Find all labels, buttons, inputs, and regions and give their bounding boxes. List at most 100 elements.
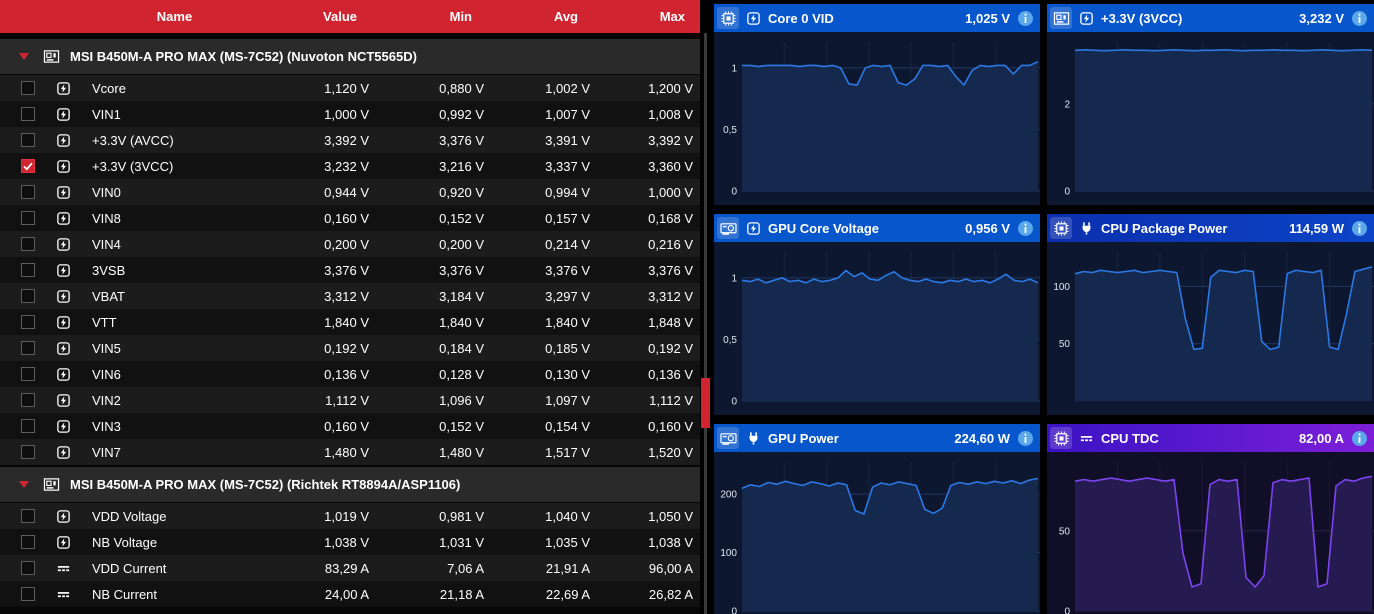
- voltage-icon: [1079, 11, 1094, 26]
- sensor-group-header[interactable]: MSI B450M-A PRO MAX (MS-7C52) (Richtek R…: [0, 467, 700, 503]
- row-checkbox[interactable]: [21, 159, 35, 173]
- graph-current-value: 0,956 V: [965, 221, 1010, 236]
- sensor-row[interactable]: 3VSB3,376 V3,376 V3,376 V3,376 V: [0, 257, 700, 283]
- sensor-row[interactable]: VTT1,840 V1,840 V1,840 V1,848 V: [0, 309, 700, 335]
- sensor-value: 0,136 V: [257, 367, 369, 382]
- sensor-row[interactable]: VIN40,200 V0,200 V0,214 V0,216 V: [0, 231, 700, 257]
- graph-header[interactable]: CPU TDC82,00 A: [1047, 424, 1374, 452]
- scrollbar-thumb[interactable]: [701, 378, 710, 428]
- info-icon[interactable]: [1351, 10, 1368, 27]
- graph-header[interactable]: CPU Package Power114,59 W: [1047, 214, 1374, 242]
- sensor-max: 1,008 V: [590, 107, 700, 122]
- svg-text:50: 50: [1059, 526, 1071, 537]
- column-header-min[interactable]: Min: [369, 9, 484, 24]
- graph-title: Core 0 VID: [768, 11, 834, 26]
- sensor-row[interactable]: NB Voltage1,038 V1,031 V1,035 V1,038 V: [0, 529, 700, 555]
- sensor-row[interactable]: NB Current24,00 A21,18 A22,69 A26,82 A: [0, 581, 700, 607]
- sensor-row[interactable]: VIN71,480 V1,480 V1,517 V1,520 V: [0, 439, 700, 465]
- row-checkbox[interactable]: [21, 211, 35, 225]
- scrollbar-track[interactable]: [704, 33, 707, 614]
- sensor-name: NB Voltage: [92, 535, 257, 550]
- info-icon[interactable]: [1017, 10, 1034, 27]
- row-checkbox[interactable]: [21, 393, 35, 407]
- sensor-row[interactable]: +3.3V (3VCC)3,232 V3,216 V3,337 V3,360 V: [0, 153, 700, 179]
- graph-current-value: 3,232 V: [1299, 11, 1344, 26]
- info-icon[interactable]: [1351, 220, 1368, 237]
- collapse-arrow-icon[interactable]: [19, 481, 29, 488]
- sensor-group-header[interactable]: MSI B450M-A PRO MAX (MS-7C52) (Nuvoton N…: [0, 39, 700, 75]
- sensor-row[interactable]: VIN30,160 V0,152 V0,154 V0,160 V: [0, 413, 700, 439]
- sensor-max: 3,312 V: [590, 289, 700, 304]
- sensor-name: VIN4: [92, 237, 257, 252]
- row-checkbox[interactable]: [21, 367, 35, 381]
- sensor-row[interactable]: VIN80,160 V0,152 V0,157 V0,168 V: [0, 205, 700, 231]
- sensor-min: 7,06 A: [369, 561, 484, 576]
- graph-header[interactable]: Core 0 VID 1,025 V: [714, 4, 1040, 32]
- column-header-max[interactable]: Max: [590, 9, 700, 24]
- sensor-row[interactable]: VIN00,944 V0,920 V0,994 V1,000 V: [0, 179, 700, 205]
- row-checkbox[interactable]: [21, 263, 35, 277]
- sensor-min: 1,840 V: [369, 315, 484, 330]
- row-checkbox[interactable]: [21, 237, 35, 251]
- vertical-scrollbar[interactable]: [700, 0, 711, 614]
- graph-panel-3-3v-3vcc: +3.3V (3VCC)3,232 V20: [1047, 4, 1374, 205]
- collapse-arrow-icon[interactable]: [19, 53, 29, 60]
- sensor-avg: 1,097 V: [484, 393, 590, 408]
- row-checkbox[interactable]: [21, 315, 35, 329]
- row-checkbox[interactable]: [21, 341, 35, 355]
- info-icon[interactable]: [1017, 430, 1034, 447]
- sensor-name: VBAT: [92, 289, 257, 304]
- row-checkbox[interactable]: [21, 419, 35, 433]
- voltage-icon: [56, 535, 92, 550]
- row-checkbox[interactable]: [21, 445, 35, 459]
- row-checkbox[interactable]: [21, 509, 35, 523]
- graph-chart: 500: [1047, 452, 1374, 614]
- column-header-name[interactable]: Name: [92, 9, 257, 24]
- sensor-max: 1,000 V: [590, 185, 700, 200]
- row-checkbox[interactable]: [21, 587, 35, 601]
- sensor-row[interactable]: VIN50,192 V0,184 V0,185 V0,192 V: [0, 335, 700, 361]
- info-icon[interactable]: [1351, 430, 1368, 447]
- graph-header[interactable]: +3.3V (3VCC)3,232 V: [1047, 4, 1374, 32]
- column-header-value[interactable]: Value: [257, 9, 369, 24]
- sensor-avg: 3,297 V: [484, 289, 590, 304]
- voltage-icon: [56, 367, 92, 382]
- voltage-icon: [56, 393, 92, 408]
- sensor-value: 3,232 V: [257, 159, 369, 174]
- voltage-icon: [56, 445, 92, 460]
- sensor-row[interactable]: VDD Current83,29 A7,06 A21,91 A96,00 A: [0, 555, 700, 581]
- sensor-row[interactable]: VIN21,112 V1,096 V1,097 V1,112 V: [0, 387, 700, 413]
- row-checkbox[interactable]: [21, 81, 35, 95]
- row-checkbox[interactable]: [21, 107, 35, 121]
- sensor-row[interactable]: VIN11,000 V0,992 V1,007 V1,008 V: [0, 101, 700, 127]
- cpu-icon: [1050, 427, 1072, 449]
- sensor-name: VTT: [92, 315, 257, 330]
- info-icon[interactable]: [1017, 220, 1034, 237]
- sensor-max: 3,360 V: [590, 159, 700, 174]
- row-checkbox[interactable]: [21, 133, 35, 147]
- graph-panel-gpu-core-voltage: GPU Core Voltage0,956 V10,50: [714, 214, 1040, 415]
- row-checkbox[interactable]: [21, 535, 35, 549]
- current-icon: [1079, 431, 1094, 446]
- graph-header[interactable]: GPU Core Voltage0,956 V: [714, 214, 1040, 242]
- row-checkbox[interactable]: [21, 185, 35, 199]
- graph-panel-gpu-power: GPU Power224,60 W2001000: [714, 424, 1040, 614]
- sensor-row[interactable]: VDD Voltage1,019 V0,981 V1,040 V1,050 V: [0, 503, 700, 529]
- sensor-row[interactable]: VBAT3,312 V3,184 V3,297 V3,312 V: [0, 283, 700, 309]
- sensor-max: 3,376 V: [590, 263, 700, 278]
- column-header-avg[interactable]: Avg: [484, 9, 590, 24]
- graph-header[interactable]: GPU Power224,60 W: [714, 424, 1040, 452]
- sensor-name: VIN7: [92, 445, 257, 460]
- sensor-name: VIN8: [92, 211, 257, 226]
- sensor-table: Name Value Min Avg Max MSI B450M-A PRO M…: [0, 0, 700, 614]
- power-icon: [746, 431, 761, 446]
- sensor-row[interactable]: VIN60,136 V0,128 V0,130 V0,136 V: [0, 361, 700, 387]
- svg-text:50: 50: [1059, 339, 1071, 350]
- row-checkbox[interactable]: [21, 561, 35, 575]
- sensor-row[interactable]: Vcore1,120 V0,880 V1,002 V1,200 V: [0, 75, 700, 101]
- sensor-name: VDD Current: [92, 561, 257, 576]
- row-checkbox[interactable]: [21, 289, 35, 303]
- voltage-icon: [56, 419, 92, 434]
- sensor-row[interactable]: +3.3V (AVCC)3,392 V3,376 V3,391 V3,392 V: [0, 127, 700, 153]
- graph-current-value: 1,025 V: [965, 11, 1010, 26]
